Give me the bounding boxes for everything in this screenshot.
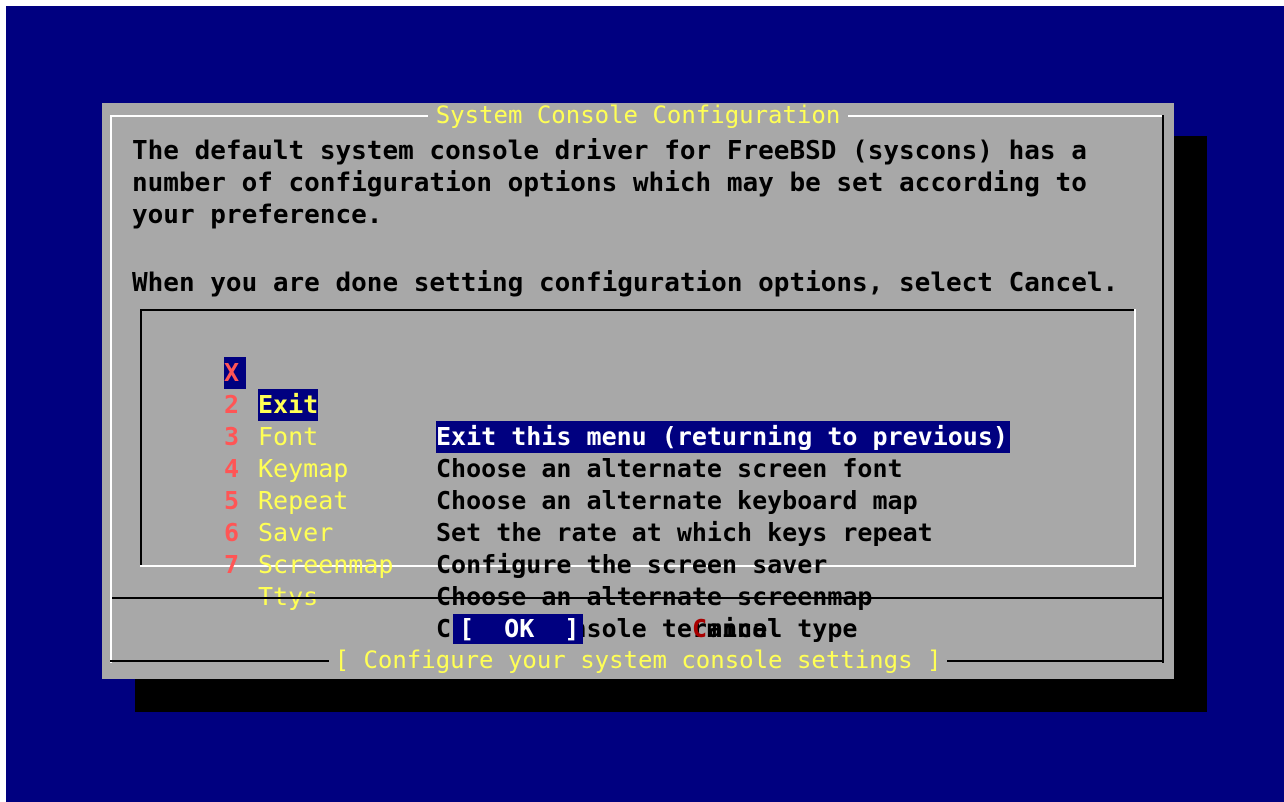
cancel-label: ancel bbox=[707, 614, 783, 643]
menu-item-repeat[interactable]: 4 Repeat Set the rate at which keys repe… bbox=[224, 421, 1064, 547]
list-frame-right bbox=[1134, 309, 1136, 567]
body-line-3: your preference. bbox=[132, 200, 383, 230]
menu-item-description: Configure the screen saver bbox=[436, 550, 828, 579]
button-separator bbox=[112, 597, 1162, 599]
body-line-1: The default system console driver for Fr… bbox=[132, 136, 1087, 166]
menu-item-saver[interactable]: 5 Saver Configure the screen saver bbox=[224, 453, 1064, 579]
menu-item-exit[interactable]: X Exit Exit this menu (returning to prev… bbox=[224, 325, 1064, 453]
frame-left bbox=[110, 115, 112, 663]
dialog-footer: [ Configure your system console settings… bbox=[328, 647, 948, 673]
menu-item-key: 7 bbox=[224, 550, 240, 579]
config-dialog: System Console Configuration The default… bbox=[102, 103, 1174, 679]
list-frame-top bbox=[140, 309, 1136, 311]
cancel-hotkey: C bbox=[692, 614, 708, 643]
dialog-title: System Console Configuration bbox=[427, 103, 849, 127]
menu-item-keymap[interactable]: 3 Keymap Choose an alternate keyboard ma… bbox=[224, 389, 1064, 515]
body-line-5: When you are done setting configuration … bbox=[132, 268, 1119, 298]
menu-item-screenmap[interactable]: 6 Screenmap Choose an alternate screenma… bbox=[224, 485, 1064, 611]
menu-item-ttys[interactable]: 7 Ttys Choose console terminal type bbox=[224, 517, 1064, 643]
menu-item-font[interactable]: 2 Font Choose an alternate screen font bbox=[224, 357, 1064, 483]
ok-button[interactable]: [ OK ] bbox=[453, 614, 583, 644]
list-frame-left bbox=[140, 309, 142, 567]
body-line-2: number of configuration options which ma… bbox=[132, 168, 1087, 198]
frame-right bbox=[1162, 115, 1164, 663]
cancel-button[interactable]: Cancel bbox=[692, 614, 782, 644]
